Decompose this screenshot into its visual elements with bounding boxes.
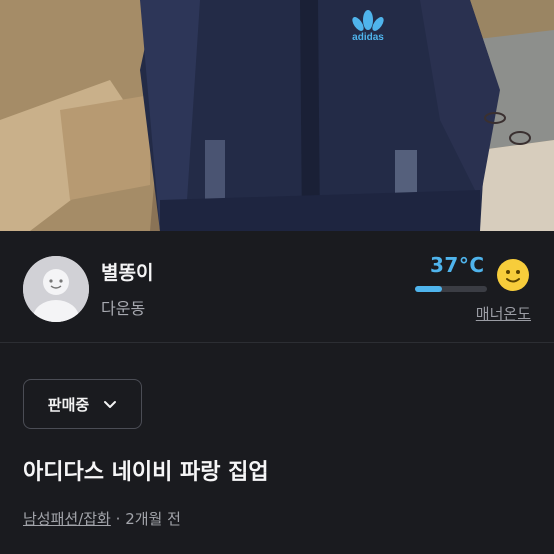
- manner-temperature-bar: [415, 286, 487, 292]
- seller-profile[interactable]: 별똥이 다운동 37°C 매너온도: [0, 231, 554, 343]
- manner-temperature: 37°C: [430, 253, 485, 277]
- chevron-down-icon: [104, 401, 117, 408]
- divider: [0, 342, 554, 343]
- post-title: 아디다스 네이비 파랑 집업: [23, 460, 269, 485]
- post-meta: 남성패션/잡화 · 2개월 전: [23, 508, 181, 529]
- brand-text: adidas: [352, 32, 384, 43]
- avatar[interactable]: [23, 256, 89, 322]
- manner-temperature-fill: [415, 286, 442, 292]
- seller-region: 다운동: [101, 299, 146, 318]
- meta-separator: ·: [115, 510, 121, 528]
- seller-nickname[interactable]: 별똥이: [101, 258, 153, 285]
- manner-temperature-link[interactable]: 매너온도: [476, 303, 531, 324]
- smile-face-icon: [497, 259, 529, 291]
- post-time: 2개월 전: [125, 510, 181, 528]
- default-avatar-icon: [23, 256, 89, 322]
- sale-status-dropdown[interactable]: 판매중: [23, 379, 142, 429]
- category-link[interactable]: 남성패션/잡화: [23, 510, 111, 528]
- product-photo[interactable]: adidas: [0, 0, 554, 231]
- sale-status-label: 판매중: [47, 395, 90, 414]
